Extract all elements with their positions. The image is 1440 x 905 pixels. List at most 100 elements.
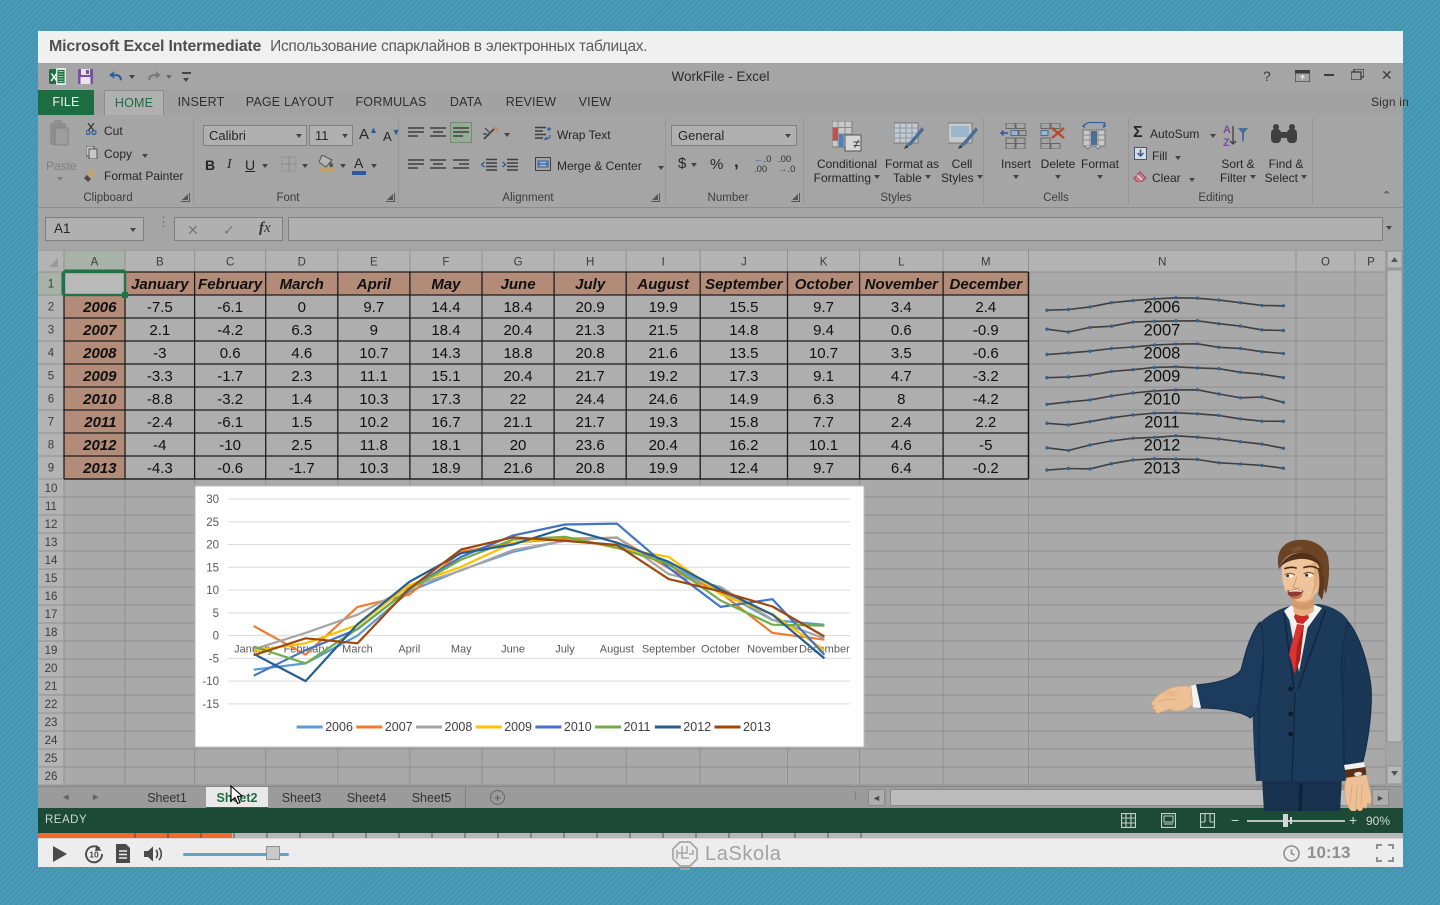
- svg-text:N: N: [1158, 257, 1166, 269]
- svg-text:Z: Z: [1223, 137, 1230, 149]
- svg-text:November: November: [747, 644, 798, 656]
- svg-text:2006: 2006: [325, 720, 353, 734]
- svg-text:20.8: 20.8: [576, 460, 605, 477]
- svg-text:14.4: 14.4: [431, 299, 460, 316]
- svg-text:10: 10: [89, 850, 99, 860]
- svg-text:19.3: 19.3: [649, 414, 678, 431]
- svg-text:June: June: [501, 644, 525, 656]
- svg-text:August: August: [636, 276, 690, 293]
- svg-text:March: March: [342, 644, 373, 656]
- svg-text:January: January: [131, 276, 189, 293]
- svg-text:21.1: 21.1: [503, 414, 532, 431]
- svg-text:4: 4: [48, 348, 55, 360]
- svg-text:0: 0: [298, 299, 306, 316]
- svg-text:2012: 2012: [683, 720, 711, 734]
- svg-text:2009: 2009: [1144, 368, 1181, 386]
- svg-text:10.3: 10.3: [359, 391, 388, 408]
- svg-text:20.8: 20.8: [576, 345, 605, 362]
- svg-text:2: 2: [48, 302, 54, 314]
- svg-text:8: 8: [897, 391, 905, 408]
- svg-text:21.3: 21.3: [576, 322, 605, 339]
- svg-text:-15: -15: [202, 699, 219, 711]
- svg-text:-0.6: -0.6: [973, 345, 999, 362]
- svg-text:30: 30: [206, 494, 219, 506]
- svg-text:-3.2: -3.2: [973, 368, 999, 385]
- svg-text:2007: 2007: [385, 720, 413, 734]
- svg-text:6.3: 6.3: [291, 322, 312, 339]
- svg-text:2009: 2009: [82, 368, 117, 385]
- svg-text:10.7: 10.7: [359, 345, 388, 362]
- svg-text:2008: 2008: [1144, 345, 1181, 363]
- svg-text:-2.4: -2.4: [147, 414, 173, 431]
- svg-text:14.8: 14.8: [729, 322, 758, 339]
- svg-text:September: September: [705, 276, 784, 293]
- svg-text:2009: 2009: [504, 720, 532, 734]
- svg-text:24.4: 24.4: [576, 391, 605, 408]
- svg-text:10: 10: [206, 585, 219, 597]
- svg-text:0: 0: [213, 631, 219, 643]
- svg-text:7.7: 7.7: [813, 414, 834, 431]
- svg-text:2007: 2007: [82, 322, 117, 339]
- svg-text:19: 19: [45, 645, 58, 657]
- svg-text:2013: 2013: [743, 720, 771, 734]
- svg-text:≠: ≠: [853, 136, 860, 151]
- svg-text:18.4: 18.4: [431, 322, 460, 339]
- svg-text:0.6: 0.6: [220, 345, 241, 362]
- svg-text:2.3: 2.3: [291, 368, 312, 385]
- svg-text:18.4: 18.4: [503, 299, 532, 316]
- svg-text:20.9: 20.9: [576, 299, 605, 316]
- svg-text:26: 26: [45, 771, 58, 783]
- svg-text:2011: 2011: [83, 414, 116, 431]
- svg-text:15.5: 15.5: [729, 299, 758, 316]
- svg-text:7: 7: [48, 417, 54, 429]
- svg-text:14.9: 14.9: [729, 391, 758, 408]
- svg-text:2012: 2012: [1144, 437, 1181, 455]
- svg-text:23.6: 23.6: [576, 437, 605, 454]
- svg-text:19.9: 19.9: [649, 460, 678, 477]
- svg-text:9.7: 9.7: [363, 299, 384, 316]
- svg-text:O: O: [1321, 257, 1330, 269]
- svg-text:2008: 2008: [445, 720, 473, 734]
- svg-text:A: A: [91, 257, 99, 269]
- svg-text:12: 12: [45, 519, 58, 531]
- svg-text:-5: -5: [979, 437, 992, 454]
- svg-text:September: September: [642, 644, 696, 656]
- svg-text:July: July: [575, 276, 606, 293]
- svg-text:G: G: [514, 257, 523, 269]
- svg-text:May: May: [451, 644, 472, 656]
- svg-text:-10: -10: [219, 437, 241, 454]
- svg-text:2011: 2011: [1144, 414, 1179, 432]
- svg-text:13: 13: [45, 537, 58, 549]
- svg-text:-7.5: -7.5: [147, 299, 173, 316]
- svg-text:4.6: 4.6: [291, 345, 312, 362]
- svg-text:-4.2: -4.2: [217, 322, 243, 339]
- svg-text:17: 17: [45, 609, 58, 621]
- svg-text:-4.3: -4.3: [147, 460, 173, 477]
- svg-text:10.7: 10.7: [809, 345, 838, 362]
- svg-text:20: 20: [206, 540, 219, 552]
- svg-text:9.4: 9.4: [813, 322, 834, 339]
- svg-text:23: 23: [45, 717, 58, 729]
- svg-text:M: M: [981, 257, 991, 269]
- svg-text:August: August: [600, 644, 634, 656]
- svg-text:2010: 2010: [82, 391, 117, 408]
- svg-text:3.4: 3.4: [891, 299, 912, 316]
- svg-text:3.5: 3.5: [891, 345, 912, 362]
- svg-text:April: April: [356, 276, 392, 293]
- svg-text:15: 15: [206, 562, 219, 574]
- svg-text:October: October: [795, 276, 854, 293]
- svg-text:-10: -10: [202, 676, 219, 688]
- svg-text:19.9: 19.9: [649, 299, 678, 316]
- svg-text:16.7: 16.7: [431, 414, 460, 431]
- svg-text:14: 14: [45, 555, 58, 567]
- svg-text:21.6: 21.6: [503, 460, 532, 477]
- svg-text:2007: 2007: [1144, 322, 1181, 340]
- svg-text:20: 20: [45, 663, 58, 675]
- svg-text:18.8: 18.8: [503, 345, 532, 362]
- svg-text:18.9: 18.9: [431, 460, 460, 477]
- svg-text:5: 5: [48, 371, 54, 383]
- svg-text:0.6: 0.6: [891, 322, 912, 339]
- svg-text:20.4: 20.4: [649, 437, 678, 454]
- svg-text:15: 15: [45, 573, 58, 585]
- svg-text:-3.3: -3.3: [147, 368, 173, 385]
